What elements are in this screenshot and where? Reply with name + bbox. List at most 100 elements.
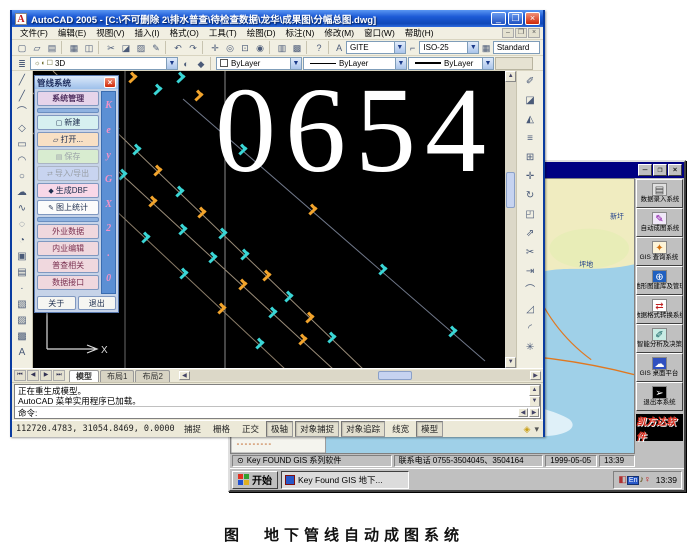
dim-style-combo[interactable]: ISO-25▼ [419,41,479,54]
tool-palettes-icon[interactable]: ▩ [290,41,304,54]
tab-last-icon[interactable]: ⏭ [53,370,65,381]
palette-data-interface-button[interactable]: 数据接口 [37,275,99,290]
status-menu-arrow-icon[interactable]: ▾ [534,424,539,435]
zoom-previous-icon[interactable]: ◉ [253,41,267,54]
tray-search-icon[interactable]: ♀ [644,474,651,484]
cmd-scroll-up-icon[interactable]: ▲ [529,385,540,396]
palette-system-manage-button[interactable]: 系统管理 [37,91,99,106]
autocad-titlebar[interactable]: A AutoCAD 2005 - [C:\不可删除 2\排水普查\待检查数据\龙… [12,10,543,27]
text-style-icon[interactable]: A [333,41,345,54]
command-input[interactable]: 命令: ◀ ▶ [15,406,540,418]
arc-icon[interactable]: ◠ [13,152,30,168]
exit-system-button[interactable]: ➢退出本系统 [636,382,683,411]
topo-map-database-button[interactable]: ⊕地形图建库及管理 [636,266,683,295]
intelligent-analysis-button[interactable]: ✐智能分析及决策 [636,324,683,353]
pan-icon[interactable]: ✛ [208,41,222,54]
region-icon[interactable]: ▩ [13,328,30,344]
chamfer-icon[interactable]: ◿ [522,300,539,319]
construction-line-icon[interactable]: ╱ [13,88,30,104]
layer-properties-icon[interactable]: ≣ [15,57,29,70]
spline-icon[interactable]: ∿ [13,200,30,216]
gis-desktop-platform-button[interactable]: ☁GIS 桌面平台 [636,353,683,382]
line-icon[interactable]: ╱ [13,72,30,88]
mdi-minimize-button[interactable]: – [502,28,514,38]
rotate-icon[interactable]: ↻ [522,186,539,205]
scroll-right-icon[interactable]: ▶ [530,371,541,380]
tab-prev-icon[interactable]: ◀ [27,370,39,381]
plot-preview-icon[interactable]: ◫ [82,41,96,54]
zoom-window-icon[interactable]: ⊡ [238,41,252,54]
ellipse-icon[interactable]: ◌ [13,216,30,232]
data-format-convert-button[interactable]: ⇄数据格式转换系统 [636,295,683,324]
polygon-icon[interactable]: ◇ [13,120,30,136]
canvas-horizontal-scrollbar[interactable]: ◀ ▶ [179,370,541,381]
tray-input-method-icon[interactable]: En [627,476,640,485]
array-icon[interactable]: ⊞ [522,148,539,167]
menu-file[interactable]: 文件(F) [15,27,53,39]
menu-window[interactable]: 窗口(W) [359,27,400,39]
taskbar-task-gis[interactable]: Key Found GIS 地下... [281,471,409,489]
make-layer-current-icon[interactable]: ◐ [179,57,193,70]
rectangle-icon[interactable]: ▭ [13,136,30,152]
data-entry-system-button[interactable]: ▤数据录入系统 [636,179,683,208]
move-icon[interactable]: ✛ [522,167,539,186]
toggle-model[interactable]: 模型 [416,421,443,437]
canvas-vertical-scrollbar[interactable]: ▲ ▼ [505,71,516,368]
toggle-ortho[interactable]: 正交 [237,421,264,437]
palette-new-button[interactable]: ▢新建 [37,115,99,130]
menu-edit[interactable]: 编辑(E) [53,27,91,39]
tab-layout1[interactable]: 布局1 [100,370,134,382]
mdi-close-button[interactable]: × [528,28,540,38]
layer-previous-icon[interactable]: ◆ [194,57,208,70]
point-icon[interactable]: · [13,280,30,296]
palette-titlebar[interactable]: 管线系统 × [35,76,118,89]
erase-icon[interactable]: ✐ [522,72,539,91]
mirror-icon[interactable]: ◭ [522,110,539,129]
new-icon[interactable]: ▢ [15,41,29,54]
close-button[interactable]: × [525,12,540,25]
gis-minimize-button[interactable]: – [638,164,652,176]
scale-icon[interactable]: ◰ [522,205,539,224]
layer-combo[interactable]: ☼◐☐ 3D▼ [30,57,178,70]
minimize-button[interactable]: _ [491,12,506,25]
revision-cloud-icon[interactable]: ☁ [13,184,30,200]
tab-model[interactable]: 模型 [69,370,99,382]
toggle-lineweight[interactable]: 线宽 [387,421,414,437]
lineweight-combo[interactable]: ByLayer▼ [408,57,494,70]
gradient-icon[interactable]: ▨ [13,312,30,328]
linetype-combo[interactable]: ByLayer▼ [303,57,407,70]
ellipse-arc-icon[interactable]: ◔ [13,232,30,248]
scroll-thumb[interactable] [506,172,515,208]
open-icon[interactable]: ▱ [30,41,44,54]
menu-draw[interactable]: 绘图(D) [242,27,281,39]
paste-icon[interactable]: ▨ [134,41,148,54]
explode-icon[interactable]: ✳ [522,338,539,357]
help-icon[interactable]: ? [312,41,326,54]
tray-network-icon[interactable]: ◧ [618,474,627,484]
menu-help[interactable]: 帮助(H) [400,27,439,39]
menu-view[interactable]: 视图(V) [91,27,129,39]
gis-close-button[interactable]: × [668,164,682,176]
palette-generate-dbf-button[interactable]: ◆生成DBF [37,183,99,198]
gis-query-system-button[interactable]: ✦GIS 查询系统 [636,237,683,266]
offset-icon[interactable]: ≡ [522,129,539,148]
communication-center-icon[interactable]: ◈ [524,424,531,435]
redo-icon[interactable]: ↷ [186,41,200,54]
tab-next-icon[interactable]: ▶ [40,370,52,381]
insert-block-icon[interactable]: ▣ [13,248,30,264]
table-style-combo[interactable]: Standard [493,41,540,54]
toggle-osnap[interactable]: 对象捕捉 [295,421,339,437]
extend-icon[interactable]: ⇥ [522,262,539,281]
color-combo[interactable]: ByLayer▼ [216,57,302,70]
tab-layout2[interactable]: 布局2 [135,370,169,382]
cmd-scroll-right-icon[interactable]: ▶ [529,408,539,417]
match-properties-icon[interactable]: ✎ [149,41,163,54]
mtext-icon[interactable]: A [13,344,30,360]
text-style-combo[interactable]: GITE▼ [346,41,406,54]
polyline-icon[interactable]: ⌒ [13,104,30,120]
cut-icon[interactable]: ✂ [104,41,118,54]
trim-icon[interactable]: ✂ [522,243,539,262]
palette-field-data-button[interactable]: 外业数据 [37,224,99,239]
properties-icon[interactable]: ▥ [275,41,289,54]
break-icon[interactable]: ⌒ [522,281,539,300]
